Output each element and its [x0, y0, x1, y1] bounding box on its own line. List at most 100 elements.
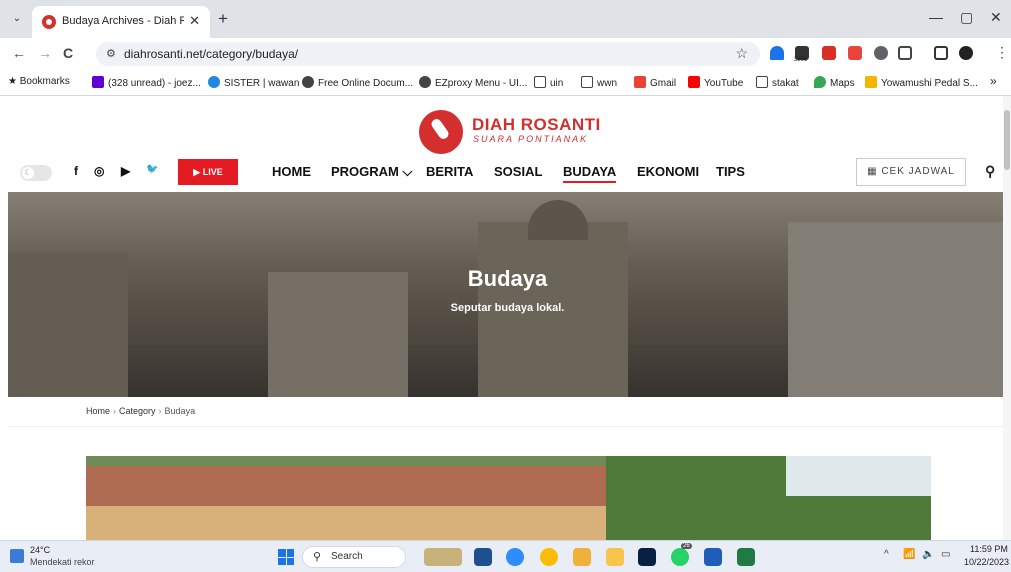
- extension-badge: 3995: [794, 57, 808, 63]
- bookmark-item-bookmarks[interactable]: ★ Bookmarks: [8, 76, 70, 87]
- gmail-icon: [634, 76, 646, 88]
- logo-subtitle: SUARA PONTIANAK: [473, 134, 589, 144]
- bookmark-item-stakat[interactable]: stakat: [756, 76, 799, 89]
- tab-list-button[interactable]: ⌄: [8, 10, 26, 28]
- start-icon[interactable]: [278, 549, 294, 565]
- cek-jadwal-button[interactable]: ▦ CEK JADWAL: [856, 158, 966, 186]
- tab-close-icon[interactable]: ✕: [189, 13, 200, 29]
- bookmark-item-sister[interactable]: SISTER | wawan: [208, 76, 299, 89]
- back-button[interactable]: ←: [12, 45, 26, 61]
- breadcrumb-current: Budaya: [164, 406, 196, 416]
- wifi-icon[interactable]: 📶: [903, 549, 915, 560]
- bookmark-item-youtube[interactable]: YouTube: [688, 76, 743, 89]
- word-icon[interactable]: [704, 548, 722, 566]
- close-window-button[interactable]: ✕: [990, 9, 1002, 26]
- reload-button[interactable]: C: [63, 45, 73, 61]
- bookmark-item-yahoo-mail[interactable]: (328 unread) - joez...: [92, 76, 201, 89]
- globe-icon: [419, 76, 431, 88]
- chrome-icon[interactable]: [540, 548, 558, 566]
- forward-button[interactable]: →: [38, 45, 52, 61]
- nav-home[interactable]: HOME: [272, 164, 311, 179]
- nav-program[interactable]: PROGRAM ⌵: [331, 164, 412, 180]
- hero-subtitle: Seputar budaya lokal.: [450, 302, 565, 314]
- youtube-icon[interactable]: ▶: [121, 164, 130, 178]
- bookmarks-overflow-button[interactable]: »: [990, 74, 997, 88]
- nav-budaya[interactable]: BUDAYA: [563, 164, 617, 183]
- hero-title: Budaya: [467, 266, 548, 291]
- file-explorer-icon[interactable]: [474, 548, 492, 566]
- search-icon[interactable]: ⚲: [985, 163, 995, 180]
- nav-berita[interactable]: BERITA: [426, 164, 473, 179]
- dark-mode-toggle[interactable]: ☾: [20, 165, 52, 181]
- live-button[interactable]: ▶ LIVE: [178, 159, 238, 185]
- browser-tab-bar: ⌄ Budaya Archives - Diah Rosanti ✕ + — ▢…: [0, 0, 1011, 38]
- taskbar-search-label: Search: [331, 551, 363, 562]
- bookmark-item-ezproxy[interactable]: EZproxy Menu - UI...: [419, 76, 527, 89]
- zoom-icon[interactable]: [506, 548, 524, 566]
- bookmark-item-uin[interactable]: uin: [534, 76, 563, 89]
- extension-gray-icon[interactable]: [874, 46, 888, 60]
- youtube-icon: [688, 76, 700, 88]
- paint-icon[interactable]: [573, 548, 591, 566]
- page-scrollbar[interactable]: [1003, 96, 1011, 540]
- tray-chevron-icon[interactable]: ^: [884, 549, 889, 560]
- excel-icon[interactable]: [737, 548, 755, 566]
- nav-tips[interactable]: TIPS: [716, 164, 745, 179]
- minimize-button[interactable]: —: [929, 9, 943, 25]
- browser-menu-icon[interactable]: ⋮: [995, 44, 1009, 61]
- site-logo-icon[interactable]: [419, 110, 463, 154]
- url-text[interactable]: diahrosanti.net/category/budaya/: [124, 47, 298, 61]
- browser-toolbar: ← → C ⚙ diahrosanti.net/category/budaya/…: [0, 38, 1011, 70]
- extensions-puzzle-icon[interactable]: [898, 46, 912, 60]
- active-tab[interactable]: Budaya Archives - Diah Rosanti ✕: [32, 6, 210, 38]
- breadcrumb-home[interactable]: Home: [86, 406, 110, 416]
- breadcrumb-separator: ›: [158, 406, 162, 416]
- weather-description[interactable]: Mendekati rekor: [30, 557, 95, 567]
- instagram-icon[interactable]: ◎: [94, 164, 104, 178]
- address-bar[interactable]: ⚙ diahrosanti.net/category/budaya/ ☆: [96, 42, 760, 66]
- photoshop-icon[interactable]: [638, 548, 656, 566]
- scrollbar-thumb[interactable]: [1004, 110, 1010, 170]
- logo-title[interactable]: DIAH ROSANTI: [472, 115, 601, 135]
- yowamushi-icon: [865, 76, 877, 88]
- facebook-icon[interactable]: f: [74, 164, 78, 178]
- article-image-wall: [86, 506, 606, 540]
- extension-cast-icon[interactable]: [848, 46, 862, 60]
- bookmark-item-wwn[interactable]: wwn: [581, 76, 617, 89]
- web-page: DIAH ROSANTI SUARA PONTIANAK ☾ f ◎ ▶ 🐦 ▶…: [0, 96, 1011, 540]
- article-image-sky: [786, 456, 931, 496]
- taskbar-search-box[interactable]: ⚲ Search: [302, 546, 406, 568]
- new-tab-button[interactable]: +: [218, 9, 228, 29]
- twitter-icon[interactable]: 🐦: [146, 164, 158, 175]
- breadcrumb-category[interactable]: Category: [119, 406, 156, 416]
- breadcrumb: Home › Category › Budaya: [86, 406, 195, 416]
- whatsapp-icon[interactable]: [671, 548, 689, 566]
- side-panel-icon[interactable]: [934, 46, 948, 60]
- extension-blue-icon[interactable]: [770, 46, 784, 60]
- profile-avatar-icon[interactable]: [959, 46, 973, 60]
- battery-icon[interactable]: ▭: [941, 549, 950, 560]
- site-info-icon[interactable]: ⚙: [106, 47, 116, 60]
- nav-ekonomi[interactable]: EKONOMI: [637, 164, 699, 179]
- yahoo-mail-icon: [92, 76, 104, 88]
- bookmark-star-icon[interactable]: ☆: [735, 45, 748, 62]
- bookmarks-bar: ★ Bookmarks (328 unread) - joez... SISTE…: [0, 70, 1011, 96]
- article-image-roof: [86, 466, 606, 506]
- extension-red-icon[interactable]: [822, 46, 836, 60]
- nav-sosial[interactable]: SOSIAL: [494, 164, 542, 179]
- bookmark-item-gmail[interactable]: Gmail: [634, 76, 676, 89]
- bookmark-item-yowamushi[interactable]: Yowamushi Pedal S...: [865, 76, 978, 89]
- article-thumbnail[interactable]: [86, 456, 931, 540]
- volume-icon[interactable]: 🔈: [922, 549, 934, 560]
- windows-taskbar: 24°C Mendekati rekor ⚲ Search 26 ^ 📶 🔈 ▭…: [0, 540, 1011, 572]
- restore-button[interactable]: ▢: [960, 9, 973, 26]
- bookmark-item-maps[interactable]: Maps: [814, 76, 854, 89]
- weather-icon[interactable]: [10, 549, 24, 563]
- bookmark-item-free-online-docum[interactable]: Free Online Docum...: [302, 76, 413, 89]
- weather-temperature[interactable]: 24°C: [30, 545, 50, 555]
- maps-icon: [814, 76, 826, 88]
- clock-time[interactable]: 11:59 PM: [970, 544, 1008, 554]
- folder-icon[interactable]: [606, 548, 624, 566]
- clock-date[interactable]: 10/22/2023: [964, 557, 1009, 567]
- photos-icon[interactable]: [424, 548, 462, 566]
